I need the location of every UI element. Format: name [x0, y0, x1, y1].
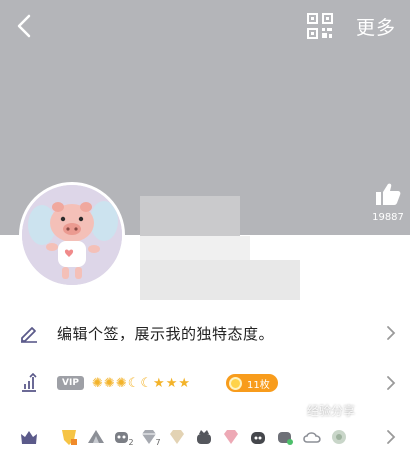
diamond-medal-icon: 7: [139, 426, 161, 448]
medal-list: 2 7: [58, 426, 355, 448]
robot-medal-icon: 2: [112, 426, 134, 448]
thumbs-up-icon: [376, 183, 401, 205]
qr-code-icon: [307, 13, 333, 39]
chevron-right-icon: [387, 326, 396, 340]
blurred-details: [140, 260, 300, 300]
gem-flower-medal-icon: [328, 426, 350, 448]
like-button[interactable]: 19887: [366, 182, 410, 223]
cloud-medal-icon: [301, 426, 323, 448]
star-icon: ★: [153, 375, 165, 391]
chevron-right-icon: [387, 430, 396, 444]
sun-icon: ✺: [92, 375, 103, 391]
pink-diamond-medal-icon: [220, 426, 242, 448]
star-icon: ★: [178, 375, 190, 391]
coin-icon: [229, 376, 242, 390]
moon-icon: ☾: [140, 375, 153, 391]
signature-text: 编辑个签，展示我的独特态度。: [57, 324, 275, 343]
coin-count: 11枚: [247, 379, 270, 391]
sun-icon: ✺: [115, 375, 127, 391]
signature-row[interactable]: 编辑个签，展示我的独特态度。: [0, 308, 410, 358]
sun-icon: ✺: [103, 375, 115, 391]
more-button[interactable]: 更多: [356, 13, 396, 40]
pig-avatar-image: [22, 185, 122, 285]
green-robot-medal-icon: [274, 426, 296, 448]
like-count: 19887: [372, 212, 404, 223]
qr-code-button[interactable]: [306, 12, 334, 40]
crown-icon: [18, 426, 40, 448]
blurred-info: [140, 236, 250, 260]
coin-badge[interactable]: 11枚: [226, 374, 278, 392]
moon-icon: ☾: [127, 375, 140, 391]
pencil-icon: [18, 322, 40, 344]
level-icons: ✺ ✺ ✺ ☾ ☾ ★ ★ ★: [92, 376, 190, 391]
blurred-nickname: [140, 196, 240, 236]
gold-shield-medal-icon: [58, 426, 80, 448]
medal-count: 7: [155, 437, 161, 447]
medal-count: 2: [128, 437, 134, 447]
crown-robot-medal-icon: [193, 426, 215, 448]
level-row[interactable]: VIP ✺ ✺ ✺ ☾ ☾ ★ ★ ★ 11枚: [0, 358, 410, 408]
chevron-left-icon: [17, 14, 31, 38]
medals-row[interactable]: 2 7: [0, 412, 410, 462]
dark-robot-medal-icon: [247, 426, 269, 448]
light-diamond-medal-icon: [166, 426, 188, 448]
vip-badge: VIP: [57, 376, 84, 390]
level-up-icon: [18, 372, 40, 394]
back-button[interactable]: [8, 10, 40, 42]
watermark-text: 经验分享: [307, 404, 356, 418]
chevron-right-icon: [387, 376, 396, 390]
avatar[interactable]: [19, 182, 125, 288]
star-icon: ★: [165, 375, 178, 391]
silver-mountain-medal-icon: [85, 426, 107, 448]
